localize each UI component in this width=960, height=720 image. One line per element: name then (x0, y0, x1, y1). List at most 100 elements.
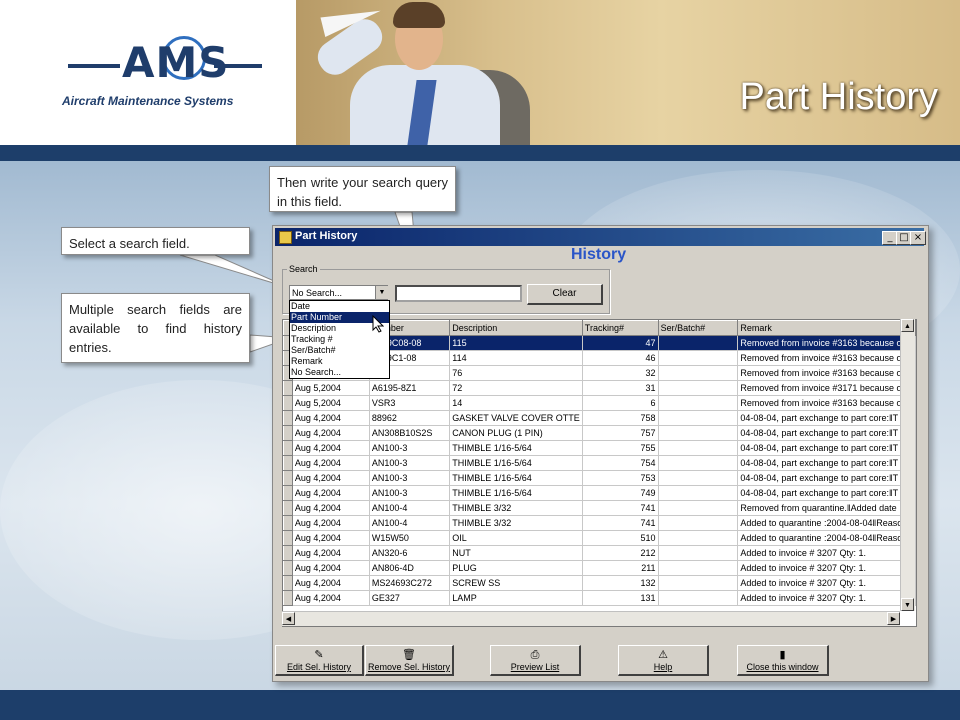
cell-ser (658, 560, 739, 576)
table-row[interactable]: Aug 4,2004 AN320-6 NUT 212 Added to invoice … (283, 545, 916, 561)
column-header-description[interactable]: Description (449, 320, 583, 336)
column-header-remark[interactable]: Remark (737, 320, 916, 336)
table-row[interactable]: Aug 4,2004 AN806-4D PLUG 211 Added to invoic… (283, 560, 916, 576)
table-row[interactable]: Aug 4,2004 AN100-3 THIMBLE 1/16-5/64 753 04-… (283, 470, 916, 486)
preview-list-button[interactable]: ⎙ Preview List (490, 645, 581, 676)
row-indicator[interactable] (283, 590, 293, 606)
cell-ser (658, 410, 739, 426)
search-query-input[interactable] (395, 285, 522, 302)
cell-tracking: 510 (582, 530, 659, 546)
remove-history-button[interactable]: 🗑 Remove Sel. History (365, 645, 454, 676)
help-icon: ⚠ (658, 649, 668, 661)
dropdown-option-tracking[interactable]: Tracking # (290, 334, 389, 345)
cell-ser (658, 380, 739, 396)
table-row[interactable]: Aug 5,2004 A6195-8Z1 72 31 Removed from invo… (283, 380, 916, 396)
dropdown-option-ser-batch[interactable]: Ser/Batch# (290, 345, 389, 356)
cell-ser (658, 350, 739, 366)
table-row[interactable]: Aug 4,2004 AN100-4 THIMBLE 3/32 741 Removed … (283, 500, 916, 516)
table-row[interactable]: Aug 4,2004 AN100-3 THIMBLE 1/16-5/64 749 04-… (283, 485, 916, 501)
cell-remark: Added to quarantine :2004-08-04‖Reaso (737, 530, 916, 546)
row-indicator[interactable] (283, 425, 293, 441)
table-row[interactable]: Aug 4,2004 AN100-3 THIMBLE 1/16-5/64 755 04-… (283, 440, 916, 456)
search-field-dropdown: Date Part Number Description Tracking # … (289, 300, 390, 379)
row-indicator[interactable] (283, 410, 293, 426)
row-indicator[interactable] (283, 485, 293, 501)
scroll-left-button[interactable]: ◀ (282, 612, 295, 625)
dropdown-option-date[interactable]: Date (290, 301, 389, 312)
row-indicator[interactable] (283, 470, 293, 486)
cell-remark: Removed from invoice #3163 because o (737, 335, 916, 351)
row-indicator[interactable] (283, 575, 293, 591)
cell-tracking: 6 (582, 395, 659, 411)
cell-tracking: 211 (582, 560, 659, 576)
scroll-up-button[interactable]: ▲ (901, 319, 914, 332)
callout-multiple: Multiple search fields are available to … (61, 293, 250, 363)
row-indicator[interactable] (283, 545, 293, 561)
cell-remark: 04-08-04, part exchange to part core:‖T (737, 425, 916, 441)
cell-ser (658, 500, 739, 516)
row-indicator[interactable] (283, 515, 293, 531)
row-indicator[interactable] (283, 380, 293, 396)
cell-remark: 04-08-04, part exchange to part core:‖T (737, 470, 916, 486)
cell-remark: 04-08-04, part exchange to part core:‖T (737, 410, 916, 426)
cell-remark: Removed from invoice #3163 because o (737, 350, 916, 366)
vertical-scrollbar[interactable]: ▲ ▼ (900, 319, 915, 611)
cell-part: A6195-8Z1 (369, 380, 451, 396)
row-indicator[interactable] (283, 455, 293, 471)
row-indicator[interactable] (283, 440, 293, 456)
cell-desc: THIMBLE 1/16-5/64 (449, 440, 583, 456)
clear-button[interactable]: Clear (527, 284, 603, 305)
cell-remark: Removed from quarantine.‖Added date : (737, 500, 916, 516)
row-indicator[interactable] (283, 530, 293, 546)
chevron-down-icon[interactable]: ▼ (375, 286, 388, 299)
trash-icon: 🗑 (402, 649, 416, 661)
cell-tracking: 754 (582, 455, 659, 471)
table-row[interactable]: Aug 4,2004 88962 GASKET VALVE COVER OTTE 75… (283, 410, 916, 426)
search-group-label: Search (287, 264, 320, 274)
row-indicator[interactable] (283, 395, 293, 411)
cell-remark: 04-08-04, part exchange to part core:‖T (737, 455, 916, 471)
cell-tracking: 31 (582, 380, 659, 396)
search-field-select[interactable]: No Search... (289, 285, 388, 300)
cell-desc: CANON PLUG (1 PIN) (449, 425, 583, 441)
dropdown-option-no-search[interactable]: No Search... (290, 367, 389, 378)
edit-history-button[interactable]: ✎ Edit Sel. History (275, 645, 364, 676)
table-row[interactable]: Aug 4,2004 MS24693C272 SCREW SS 132 Added to… (283, 575, 916, 591)
cell-date: Aug 4,2004 (292, 410, 370, 426)
remove-history-label: Remove Sel. History (367, 662, 451, 672)
help-button[interactable]: ⚠ Help (618, 645, 709, 676)
cell-ser (658, 440, 739, 456)
row-indicator[interactable] (283, 500, 293, 516)
column-header-tracking[interactable]: Tracking# (581, 320, 659, 336)
table-row[interactable]: Aug 4,2004 AN308B10S2S CANON PLUG (1 PIN) 7… (283, 425, 916, 441)
cell-tracking: 212 (582, 545, 659, 561)
window-titlebar[interactable]: Part History _ □ × (275, 228, 926, 246)
table-row[interactable]: Aug 4,2004 GE327 LAMP 131 Added to invoice #… (283, 590, 916, 606)
cell-tracking: 757 (582, 425, 659, 441)
close-this-window-button[interactable]: ▮ Close this window (737, 645, 829, 676)
cell-part: AN100-4 (369, 500, 451, 516)
column-header-ser-batch[interactable]: Ser/Batch# (657, 320, 739, 336)
table-row[interactable]: Aug 4,2004 AN100-4 THIMBLE 3/32 741 Added to… (283, 515, 916, 531)
cell-part: W15W50 (369, 530, 451, 546)
table-row[interactable]: Aug 4,2004 W15W50 OIL 510 Added to quarantin… (283, 530, 916, 546)
scroll-down-button[interactable]: ▼ (901, 598, 914, 611)
close-window-button[interactable]: × (910, 231, 926, 245)
cell-desc: THIMBLE 1/16-5/64 (449, 455, 583, 471)
cell-remark: Added to invoice # 3207 Qty: 1. (737, 560, 916, 576)
preview-list-label: Preview List (510, 662, 560, 672)
cell-desc: THIMBLE 1/16-5/64 (449, 470, 583, 486)
cell-tracking: 32 (582, 365, 659, 381)
table-row[interactable]: Aug 5,2004 VSR3 14 6 Removed from invoice #3… (283, 395, 916, 411)
horizontal-scrollbar[interactable]: ◀ ▶ (282, 611, 900, 626)
dropdown-option-remark[interactable]: Remark (290, 356, 389, 367)
cell-desc: THIMBLE 3/32 (449, 500, 583, 516)
cell-remark: Removed from invoice #3163 because o (737, 395, 916, 411)
scroll-right-button[interactable]: ▶ (887, 612, 900, 625)
cell-date: Aug 4,2004 (292, 485, 370, 501)
cell-tracking: 46 (582, 350, 659, 366)
row-indicator[interactable] (283, 560, 293, 576)
history-heading: History (571, 246, 627, 263)
table-row[interactable]: Aug 4,2004 AN100-3 THIMBLE 1/16-5/64 754 04-… (283, 455, 916, 471)
cell-ser (658, 545, 739, 561)
